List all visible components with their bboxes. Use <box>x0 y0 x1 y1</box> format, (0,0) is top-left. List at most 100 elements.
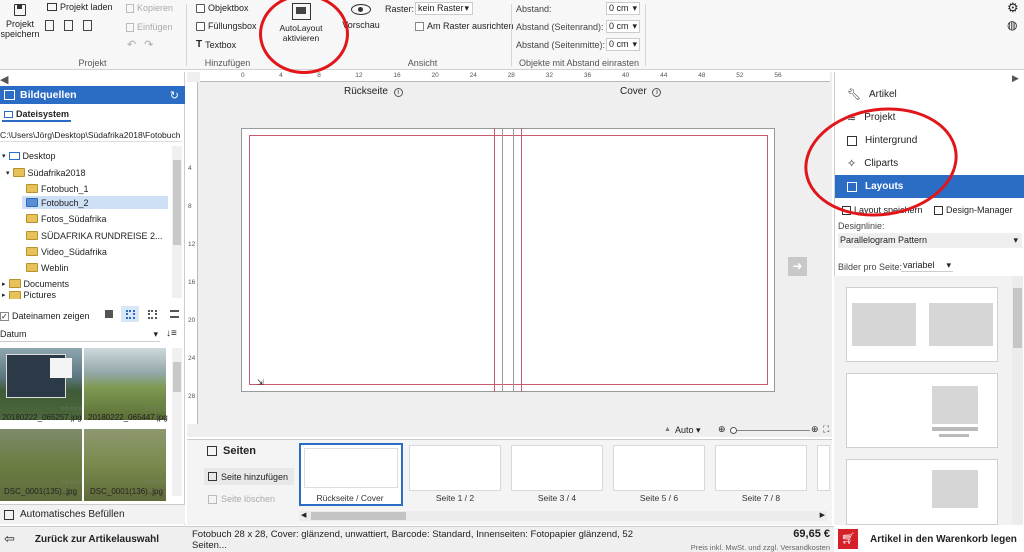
ruler-tick-label: 28 <box>188 393 196 400</box>
ruler-tick-label: 16 <box>188 279 196 286</box>
ruler-tick-label: 4 <box>279 72 283 79</box>
import-icon[interactable] <box>64 20 73 31</box>
settings-gear-icon[interactable]: ⚙ <box>1007 0 1019 16</box>
scroll-right-icon[interactable]: ▶ <box>820 511 825 519</box>
page-thumb[interactable] <box>409 445 501 491</box>
page-thumb[interactable] <box>817 445 830 491</box>
paste-button[interactable]: Einfügen <box>126 22 173 32</box>
tree-item-video[interactable]: Video_Südafrika <box>26 245 107 258</box>
fit-icon[interactable]: ⛶ <box>823 424 829 435</box>
abstand-mitte-select[interactable]: 0 cm ▾ <box>606 38 640 51</box>
raster-select[interactable]: kein Raster ▾ <box>415 2 473 15</box>
tree-item-rundreise[interactable]: SÜDAFRIKA RUNDREISE 2... <box>26 229 163 242</box>
tree-item-weblin[interactable]: Weblin <box>26 261 68 274</box>
panel-item-artikel[interactable]: 🔧︎ Artikel <box>835 83 1024 106</box>
design-manager-button[interactable]: Design-Manager <box>934 205 1013 215</box>
tree-item-desktop[interactable]: ▾ Desktop <box>2 149 56 162</box>
page-thumb-label: Seite 3 / 4 <box>537 493 577 503</box>
bildquellen-header: Bildquellen ↻ <box>0 86 185 104</box>
ruler-tick-label: 36 <box>583 72 592 79</box>
tree-item-suedafrika[interactable]: ▾ Südafrika2018 <box>6 166 86 179</box>
add-to-cart-button[interactable]: 🛒︎ Artikel in den Warenkorb legen <box>834 526 1024 552</box>
pages-scrollbar[interactable]: ◀ ▶ <box>299 511 827 521</box>
vertical-ruler <box>187 82 198 424</box>
layout-card[interactable] <box>846 459 998 525</box>
globe-icon[interactable]: ◍ <box>1007 18 1017 32</box>
redo-icon[interactable]: ↷ <box>144 38 153 51</box>
sort-direction-icon[interactable]: ↓≡ <box>166 328 177 339</box>
scroll-up-icon[interactable]: ▲ <box>664 426 671 433</box>
tree-item-documents[interactable]: ▸ Documents <box>2 277 69 290</box>
back-to-articles-button[interactable]: ⇦ Zurück zur Artikelauswahl <box>0 526 185 552</box>
tab-dateisystem[interactable]: Dateisystem <box>2 108 72 122</box>
spine-line <box>494 128 495 392</box>
ruler-tick-label: 56 <box>774 72 782 79</box>
show-names-checkbox[interactable]: ✓ Dateinamen zeigen <box>0 311 90 321</box>
objektbox-button[interactable]: Objektbox <box>196 3 249 13</box>
cart-icon: 🛒︎ <box>838 529 858 549</box>
view-details-icon[interactable] <box>165 306 183 322</box>
scroll-left-icon[interactable]: ◀ <box>301 511 306 519</box>
info-icon[interactable]: i <box>652 88 662 97</box>
textbox-button[interactable]: T Textbox <box>196 39 236 50</box>
page-thumb[interactable] <box>511 445 603 491</box>
layout-card[interactable] <box>846 287 998 362</box>
copy-button[interactable]: Kopieren <box>126 3 173 13</box>
refresh-icon[interactable]: ↻ <box>170 89 179 102</box>
auto-fill-button[interactable]: Automatisches Befüllen <box>0 504 185 524</box>
pages-title: Seiten <box>207 445 256 457</box>
new-doc-icon[interactable] <box>45 20 54 31</box>
ruler-tick-label: 12 <box>188 241 196 248</box>
layout-card[interactable] <box>846 373 998 448</box>
add-page-button[interactable]: Seite hinzufügen <box>204 468 294 485</box>
path-field[interactable]: C:\Users\Jörg\Desktop\Südafrika2018\Foto… <box>0 128 182 142</box>
paste-icon <box>126 22 134 32</box>
design-manager-icon <box>934 205 943 215</box>
product-description: Fotobuch 28 x 28, Cover: glänzend, unwat… <box>192 529 633 551</box>
tree-item-fotobuch2[interactable]: Fotobuch_2 <box>22 196 168 209</box>
export-icon[interactable] <box>83 20 92 31</box>
per-page-select[interactable]: variabel ▾ <box>901 258 953 272</box>
ruler-tick-label: 48 <box>698 72 706 79</box>
zoom-out-icon[interactable]: ⊕ <box>811 424 819 435</box>
abstand-rand-select[interactable]: 0 cm ▾ <box>606 20 640 33</box>
tree-scrollbar[interactable] <box>172 146 182 298</box>
tree-item-fotobuch1[interactable]: Fotobuch_1 <box>26 182 89 195</box>
page-thumb-label: Seite 7 / 8 <box>741 493 781 503</box>
snap-to-grid-checkbox[interactable]: Am Raster ausrichten <box>415 21 514 31</box>
chevron-down-icon: ▾ <box>632 21 637 31</box>
zoom-slider[interactable] <box>730 427 810 434</box>
save-project-button[interactable]: Projekt speichern <box>0 2 40 50</box>
ribbon-group-label-abstand: Objekte mit Abstand einrasten <box>518 58 640 68</box>
next-page-button[interactable]: ➜ <box>788 257 807 276</box>
ribbon-group-label-hinzufuegen: Hinzufügen <box>204 58 251 68</box>
sort-select[interactable]: Datum ▾ <box>0 328 160 342</box>
rating-stars: ☆☆☆☆☆ <box>144 406 167 412</box>
fuellungsbox-button[interactable]: Füllungsbox <box>196 21 257 31</box>
zoom-select[interactable]: Auto ▾ <box>675 425 701 436</box>
layout-scrollbar[interactable] <box>1012 276 1023 525</box>
image-scrollbar[interactable] <box>172 348 182 496</box>
sidebar-collapse-arrow[interactable]: ◀ <box>0 73 8 86</box>
chevron-down-icon: ▾ <box>153 329 158 339</box>
page-thumb[interactable] <box>715 445 807 491</box>
designline-select[interactable]: Parallelogram Pattern ▾ <box>838 233 1022 248</box>
save-project-label: Projekt speichern <box>0 19 40 39</box>
page-thumb[interactable] <box>613 445 705 491</box>
delete-page-button[interactable]: Seite löschen <box>204 492 275 506</box>
ruler-tick-label: 28 <box>507 72 515 79</box>
undo-icon[interactable]: ↶ <box>127 38 136 51</box>
tree-item-pictures[interactable]: ▸ Pictures <box>2 291 56 299</box>
abstand-rand-label: Abstand (Seitenrand): <box>516 22 604 32</box>
load-project-button[interactable]: Projekt laden <box>47 2 113 12</box>
ruler-tick-label: 16 <box>393 72 401 79</box>
view-grid-icon[interactable] <box>121 306 139 322</box>
per-page-label: Bilder pro Seite: <box>838 262 903 272</box>
ribbon-divider <box>645 4 646 66</box>
info-icon[interactable]: i <box>393 88 403 97</box>
abstand-select[interactable]: 0 cm ▾ <box>606 2 640 15</box>
tree-item-fotos[interactable]: Fotos_Südafrika <box>26 212 107 225</box>
zoom-in-icon[interactable]: ⊕ <box>718 424 726 435</box>
view-list-icon[interactable] <box>100 306 118 322</box>
view-large-icon[interactable] <box>143 306 161 322</box>
